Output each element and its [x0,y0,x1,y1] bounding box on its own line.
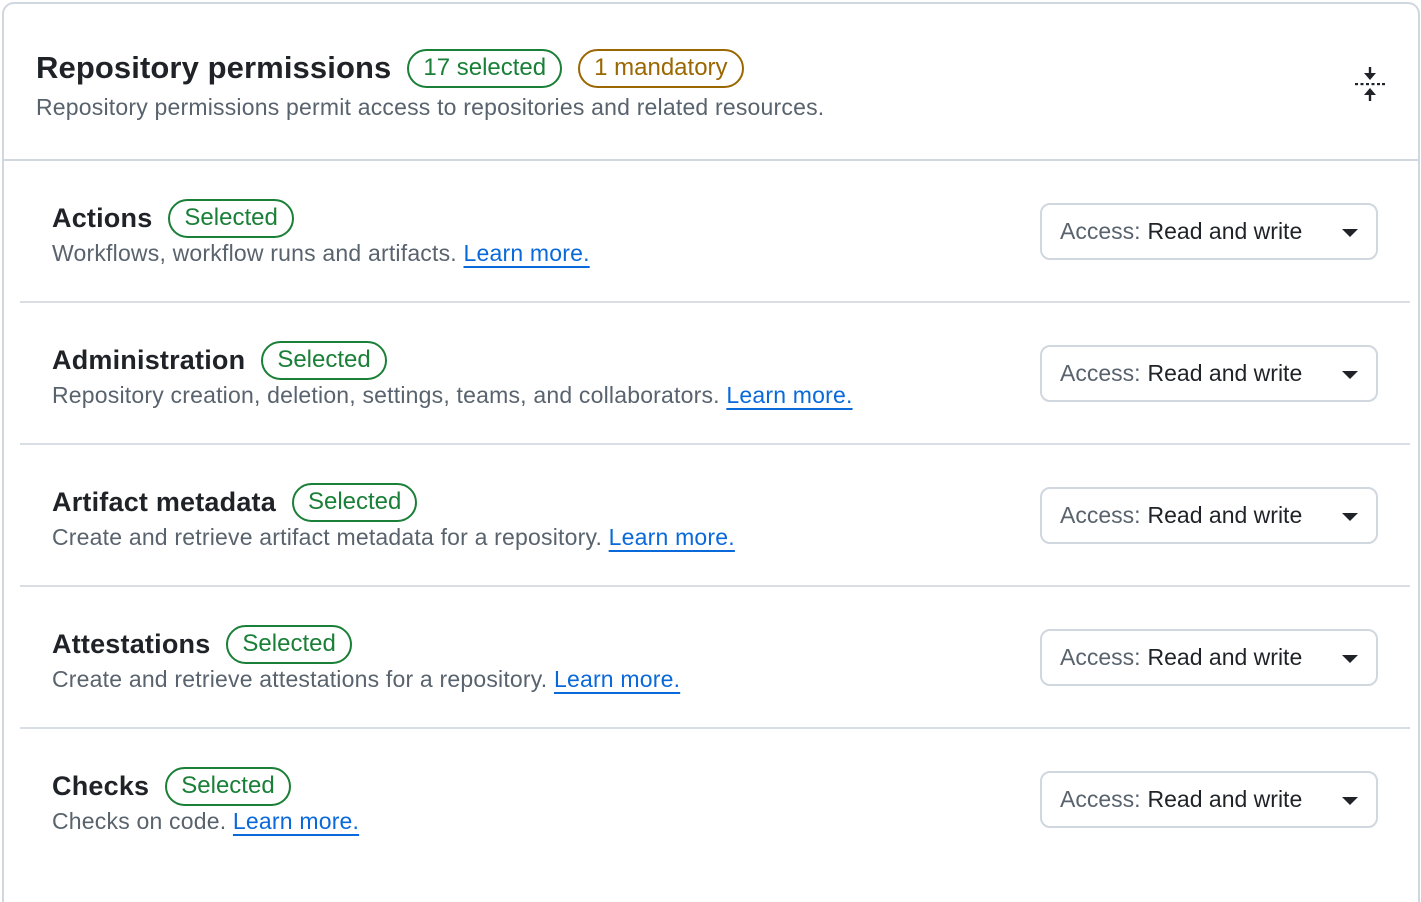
access-value: Read and write [1147,786,1303,812]
permission-row-actions: Actions Selected Workflows, workflow run… [20,161,1410,303]
access-value: Read and write [1147,218,1303,244]
mandatory-count-badge: 1 mandatory [578,48,744,88]
panel-header: Repository permissions 17 selected 1 man… [4,4,1418,161]
selected-badge: Selected [226,624,352,664]
repository-permissions-panel: Repository permissions 17 selected 1 man… [2,2,1420,902]
selected-badge: Selected [291,482,418,522]
permission-name: Attestations [52,628,211,659]
learn-more-link[interactable]: Learn more. [554,666,680,692]
learn-more-link[interactable]: Learn more. [463,240,589,266]
fold-icon [1355,67,1385,101]
access-label: Access: [1060,644,1141,670]
access-label: Access: [1060,502,1141,528]
header-title-row: Repository permissions 17 selected 1 man… [36,48,1418,88]
permission-name: Checks [52,770,150,801]
access-label: Access: [1060,218,1141,244]
triangle-down-icon [1342,797,1358,805]
triangle-down-icon [1342,371,1358,379]
page-title: Repository permissions [36,50,392,85]
permission-name: Administration [52,344,246,375]
access-dropdown[interactable]: Access: Read and write [1040,487,1378,544]
permission-name: Artifact metadata [52,486,276,517]
permission-row-checks: Checks Selected Checks on code. Learn mo… [20,729,1410,871]
access-value: Read and write [1147,644,1303,670]
access-dropdown[interactable]: Access: Read and write [1040,203,1378,260]
triangle-down-icon [1342,513,1358,521]
selected-badge: Selected [165,766,291,806]
triangle-down-icon [1342,655,1358,663]
selected-badge: Selected [261,340,387,380]
triangle-down-icon [1342,229,1358,237]
access-dropdown[interactable]: Access: Read and write [1040,345,1378,402]
learn-more-link[interactable]: Learn more. [609,524,735,550]
learn-more-link[interactable]: Learn more. [233,808,359,834]
learn-more-link[interactable]: Learn more. [726,382,852,408]
access-label: Access: [1060,786,1141,812]
collapse-button[interactable] [1352,66,1388,102]
permission-row-administration: Administration Selected Repository creat… [20,303,1410,445]
access-dropdown[interactable]: Access: Read and write [1040,771,1378,828]
permission-list: Actions Selected Workflows, workflow run… [4,161,1418,871]
permission-row-attestations: Attestations Selected Create and retriev… [20,587,1410,729]
permission-name: Actions [52,202,153,233]
access-value: Read and write [1147,360,1303,386]
access-label: Access: [1060,360,1141,386]
access-dropdown[interactable]: Access: Read and write [1040,629,1378,686]
panel-description: Repository permissions permit access to … [36,94,825,120]
permission-row-artifact-metadata: Artifact metadata Selected Create and re… [20,445,1410,587]
selected-badge: Selected [168,198,294,238]
selected-count-badge: 17 selected [407,48,563,88]
access-value: Read and write [1147,502,1303,528]
